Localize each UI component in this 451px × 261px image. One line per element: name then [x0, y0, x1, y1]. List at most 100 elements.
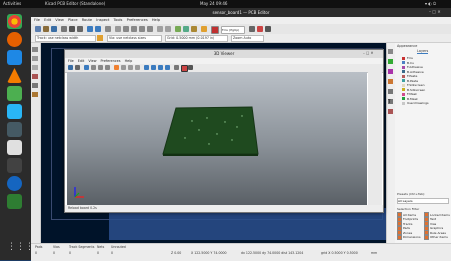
- flip-board-icon[interactable]: [135, 65, 140, 70]
- footprint-editor-icon[interactable]: [183, 26, 189, 32]
- layer-row[interactable]: F.Silkscreen: [398, 83, 448, 87]
- layer-color-swatch[interactable]: [402, 70, 405, 73]
- menu-help[interactable]: Help: [152, 18, 160, 22]
- vscode-icon[interactable]: [7, 50, 22, 65]
- 3d-zoom-fit-icon[interactable]: [105, 65, 110, 70]
- find-icon[interactable]: [105, 26, 111, 32]
- filter-item[interactable]: All items: [397, 212, 423, 217]
- menu-place[interactable]: Place: [68, 18, 78, 22]
- filter-item[interactable]: Other items: [424, 234, 450, 240]
- render-options-icon[interactable]: [84, 65, 89, 70]
- menu-file[interactable]: File: [34, 18, 40, 22]
- filter-checkbox[interactable]: [424, 234, 429, 240]
- units-icon[interactable]: [32, 65, 38, 70]
- refresh-icon[interactable]: [115, 26, 121, 32]
- undo-icon[interactable]: [87, 26, 93, 32]
- scripting-icon[interactable]: [249, 26, 255, 32]
- 3d-dropdown-icon[interactable]: [188, 65, 193, 70]
- settings-icon[interactable]: [7, 158, 22, 173]
- menu-route[interactable]: Route: [82, 18, 92, 22]
- route-track-icon[interactable]: [388, 59, 393, 64]
- filter-item[interactable]: Pads: [397, 225, 423, 231]
- filter-item[interactable]: Dimensions: [397, 234, 423, 240]
- grid-select[interactable]: Grid: 0.5000 mm (0.0197 in): [165, 35, 228, 42]
- ratsnest-icon[interactable]: [32, 83, 38, 88]
- terminal-icon[interactable]: [7, 122, 22, 137]
- layer-setup-icon[interactable]: [191, 26, 197, 32]
- page-settings-icon[interactable]: [61, 26, 67, 32]
- 3d-menu-edit[interactable]: Edit: [78, 59, 85, 63]
- menu-tools[interactable]: Tools: [114, 18, 123, 22]
- zoom-select[interactable]: Zoom Auto: [231, 35, 264, 42]
- add-zone-icon[interactable]: [388, 79, 393, 84]
- select-tool-icon[interactable]: [388, 49, 393, 54]
- 3d-menu-preferences[interactable]: Preferences: [101, 59, 121, 63]
- rotate-z-icon[interactable]: [128, 65, 133, 70]
- active-layer-dropdown[interactable]: F.Cu (PgUp): [221, 26, 245, 34]
- via-size-select[interactable]: Via: use netclass sizes: [107, 35, 162, 42]
- system-tray-icons[interactable]: ▾ ◐ ⏻: [425, 0, 436, 8]
- layer-row[interactable]: B.Paste: [398, 79, 448, 83]
- firefox-icon[interactable]: [7, 32, 22, 47]
- filter-item[interactable]: Text: [424, 216, 450, 222]
- plot-icon[interactable]: [77, 26, 83, 32]
- menu-preferences[interactable]: Preferences: [127, 18, 148, 22]
- 3d-menu-view[interactable]: View: [88, 59, 96, 63]
- menu-edit[interactable]: Edit: [44, 18, 51, 22]
- presets-select[interactable]: All Layers: [397, 198, 449, 204]
- filter-checkbox[interactable]: [397, 234, 402, 240]
- show-apps-icon[interactable]: ⋮⋮⋮: [7, 240, 34, 255]
- 3d-zoom-out-icon[interactable]: [98, 65, 103, 70]
- layer-row[interactable]: B.Silkscreen: [398, 88, 448, 92]
- save-icon[interactable]: [51, 26, 57, 32]
- kicad-icon[interactable]: [7, 194, 22, 209]
- layer-color-swatch[interactable]: [402, 88, 405, 91]
- rotate-icon[interactable]: [157, 26, 163, 32]
- layer-row[interactable]: B.Mask: [398, 97, 448, 101]
- view-layers-icon[interactable]: [181, 65, 188, 72]
- filter-item[interactable]: Tracks: [397, 221, 423, 226]
- 3d-viewer-icon[interactable]: [257, 26, 263, 32]
- layer-selector[interactable]: [211, 26, 219, 34]
- copy-image-icon[interactable]: [75, 65, 80, 70]
- layer-color-swatch[interactable]: [402, 97, 405, 100]
- print-icon[interactable]: [69, 26, 75, 32]
- new-board-icon[interactable]: [35, 26, 41, 32]
- layer-row[interactable]: F.Adhesive: [398, 65, 448, 69]
- 3d-menu-help[interactable]: Help: [125, 59, 133, 63]
- tab-layers[interactable]: Layers: [417, 49, 429, 54]
- layer-color-swatch[interactable]: [402, 101, 405, 105]
- 3d-menu-file[interactable]: File: [68, 59, 74, 63]
- layer-color-swatch[interactable]: [402, 61, 405, 64]
- flip-icon[interactable]: [165, 26, 171, 32]
- 3d-viewer-window-controls[interactable]: – □ ✕: [363, 51, 381, 57]
- layer-row[interactable]: F.Mask: [398, 92, 448, 96]
- rotate-y-icon[interactable]: [121, 65, 126, 70]
- layer-color-swatch[interactable]: [402, 83, 405, 87]
- rotate-x-icon[interactable]: [114, 65, 119, 70]
- python-console-icon[interactable]: [265, 26, 271, 32]
- add-via-icon[interactable]: [388, 69, 393, 74]
- filter-item[interactable]: Footprints: [397, 216, 423, 222]
- filter-item[interactable]: Graphics: [424, 225, 450, 231]
- track-width-select[interactable]: Track: use netclass width: [35, 35, 96, 42]
- filter-item[interactable]: Vias: [424, 221, 450, 226]
- fill-zones-icon[interactable]: [32, 92, 38, 97]
- active-app-name[interactable]: Kicad PCB Editor (Standalone): [45, 0, 105, 8]
- move-left-icon[interactable]: [144, 65, 149, 70]
- layer-row[interactable]: B.Cu: [398, 61, 448, 65]
- open-icon[interactable]: [43, 26, 49, 32]
- chrome-icon[interactable]: [7, 14, 22, 29]
- 3d-render-view[interactable]: [67, 72, 367, 205]
- move-down-icon[interactable]: [165, 65, 170, 70]
- text-editor-icon[interactable]: [7, 140, 22, 155]
- clock[interactable]: May 24 09:46: [200, 0, 227, 8]
- move-up-icon[interactable]: [158, 65, 163, 70]
- drc-icon[interactable]: [201, 26, 207, 32]
- delete-tool-icon[interactable]: [388, 109, 393, 114]
- vlc-icon[interactable]: [7, 68, 22, 83]
- zoom-fit-icon[interactable]: [139, 26, 145, 32]
- files-icon[interactable]: [7, 104, 22, 119]
- cursor-icon[interactable]: [32, 74, 38, 79]
- menu-inspect[interactable]: Inspect: [96, 18, 109, 22]
